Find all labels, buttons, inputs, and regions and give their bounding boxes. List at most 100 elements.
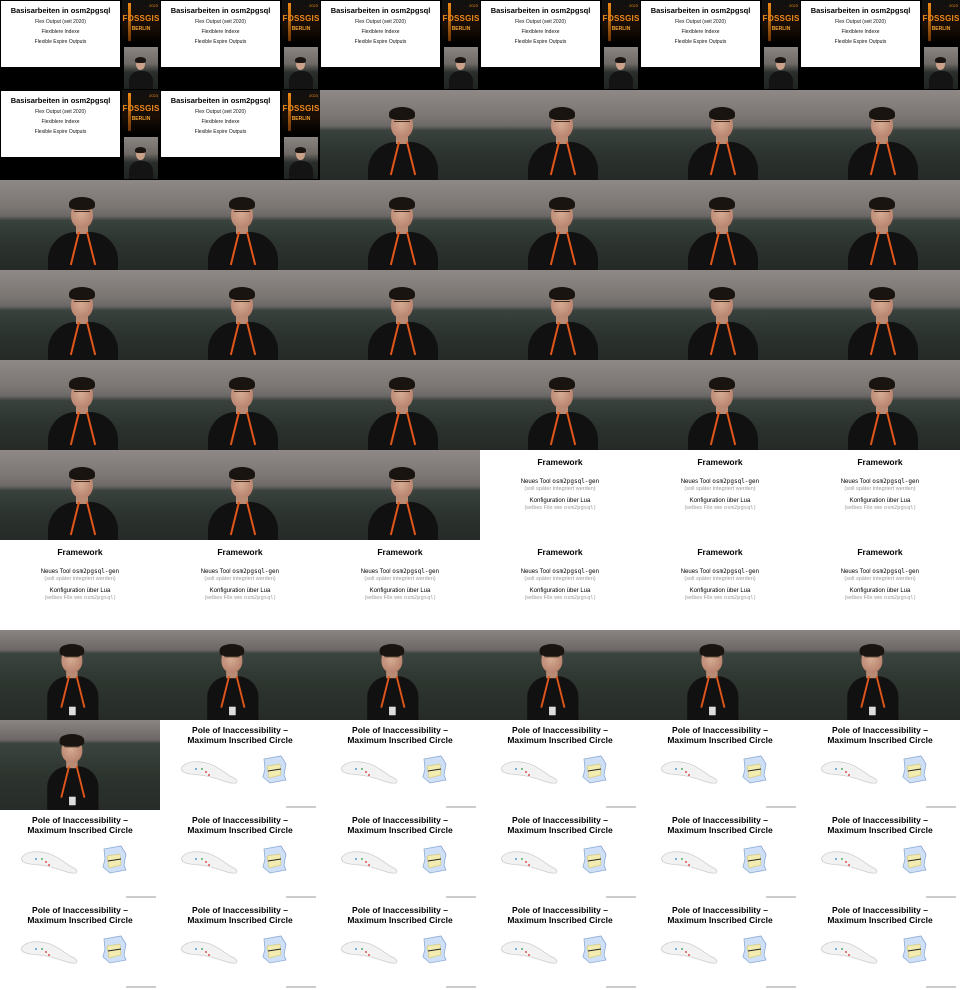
pole-point <box>201 858 203 860</box>
speaker-body <box>48 232 118 270</box>
subline-code: osm2pgsql <box>723 595 754 601</box>
slide-pole-tile: Pole of Inaccessibility – Maximum Inscri… <box>320 810 480 900</box>
slide-title: Framework <box>697 547 743 557</box>
logo-name: FOSSGIS <box>122 104 160 113</box>
speaker-closeup-frame <box>640 180 800 270</box>
pole-point <box>195 858 197 860</box>
speaker-closeup-frame <box>160 450 320 540</box>
speaker-body <box>688 232 758 270</box>
pole-illustration <box>501 845 607 874</box>
speaker-figure <box>800 180 960 270</box>
slide-pole-tile: Pole of Inaccessibility – Maximum Inscri… <box>160 900 320 990</box>
pole-illustration <box>181 845 287 874</box>
speaker-figure <box>480 360 640 450</box>
slide-subline: (soll später integriert werden) <box>684 576 756 582</box>
lake-polygon <box>661 851 718 874</box>
glasses-icon <box>874 121 890 126</box>
fossgis-logo: 2023 FOSSGIS BERLIN <box>282 90 320 134</box>
pole-point <box>208 954 210 956</box>
speaker-inset-video <box>284 137 318 179</box>
speaker-figure <box>480 635 626 720</box>
slide-subline: (selbes File wie osm2pgsql) <box>800 595 960 601</box>
slide-line: Flexiblere Indexe <box>681 29 720 35</box>
speaker-figure <box>160 450 320 540</box>
glasses-icon <box>74 391 90 396</box>
slide-line-tool: Neues Tool osm2pgsql-gen <box>480 568 640 575</box>
logo-city: BERLIN <box>131 26 151 32</box>
speaker-body <box>609 71 633 89</box>
speaker-wide-frame <box>160 630 320 720</box>
speaker-body <box>208 322 278 360</box>
speaker-closeup-frame <box>0 450 160 540</box>
speaker-figure <box>0 725 146 810</box>
glasses-icon <box>714 301 730 306</box>
pole-point <box>688 954 690 956</box>
fossgis-logo: 2023 FOSSGIS BERLIN <box>122 0 160 44</box>
speaker-hair <box>709 287 735 300</box>
slide-panel: Basisarbeiten in osm2pgsql Flex Output (… <box>481 1 600 67</box>
logo-city: BERLIN <box>771 26 791 32</box>
speaker-hair <box>549 287 575 300</box>
speaker-closeup-frame <box>640 90 800 180</box>
pole-point <box>685 771 687 773</box>
speaker-hair <box>229 287 255 300</box>
slide-line: Flexible Expire Outputs <box>674 39 727 45</box>
slide-line-config: Konfiguration über Lua <box>529 498 591 504</box>
pole-illustration <box>501 935 607 964</box>
slide-framework-tile: Framework Neues Tool osm2pgsql-gen (soll… <box>320 540 480 630</box>
speaker-closeup-frame <box>320 450 480 540</box>
slide-title: Framework <box>537 547 583 557</box>
speaker-figure <box>320 450 480 540</box>
slide-title: Framework <box>537 457 583 467</box>
slide-subline: (soll später integriert werden) <box>684 486 756 492</box>
speaker-hair <box>709 377 735 390</box>
glasses-icon <box>64 746 80 751</box>
name-badge <box>549 706 556 716</box>
slide-line: Flex Output (seit 2020) <box>35 109 86 115</box>
speaker-figure <box>160 635 306 720</box>
slide-line: Flexible Expire Outputs <box>834 39 887 45</box>
slide-title: Framework <box>697 457 743 467</box>
speaker-inset-video <box>124 137 158 179</box>
side-strip: 2023 FOSSGIS BERLIN <box>442 0 480 90</box>
pole-point <box>201 948 203 950</box>
slide-line-tool: Neues Tool osm2pgsql-gen <box>160 568 320 575</box>
speaker-figure <box>800 270 960 360</box>
speaker-figure <box>640 180 800 270</box>
speaker-figure <box>640 635 786 720</box>
pole-point <box>681 858 683 860</box>
glasses-icon <box>394 301 410 306</box>
slide-line: Flexible Expire Outputs <box>34 39 87 45</box>
speaker-figure <box>320 180 480 270</box>
speaker-body <box>449 71 473 89</box>
glasses-icon <box>554 301 570 306</box>
glasses-icon <box>874 211 890 216</box>
slide-line: Flexible Expire Outputs <box>194 129 247 135</box>
speaker-body <box>289 71 313 89</box>
tool-code: osm2pgsql-gen <box>552 478 600 485</box>
tool-code: osm2pgsql-gen <box>72 568 120 575</box>
pole-illustration <box>21 845 127 874</box>
speaker-body <box>289 161 313 179</box>
pole-point <box>48 954 50 956</box>
speaker-hair <box>709 107 735 120</box>
speaker-hair <box>615 57 626 63</box>
pole-point <box>35 858 37 860</box>
logo-name: FOSSGIS <box>762 14 800 23</box>
lake-polygon <box>21 851 78 874</box>
pole-point <box>688 774 690 776</box>
pole-point <box>361 948 363 950</box>
fossgis-logo: 2023 FOSSGIS BERLIN <box>122 90 160 134</box>
pole-point <box>45 861 47 863</box>
logo-name: FOSSGIS <box>602 14 640 23</box>
pole-point <box>365 861 367 863</box>
speaker-hair <box>539 644 565 657</box>
slide-pole-tile: Pole of Inaccessibility – Maximum Inscri… <box>640 810 800 900</box>
glasses-icon <box>234 391 250 396</box>
glasses-icon <box>234 211 250 216</box>
speaker-hair <box>59 644 85 657</box>
speaker-closeup-frame <box>160 180 320 270</box>
subline-suffix: ) <box>913 505 916 511</box>
subline-prefix: (selbes File wie <box>524 595 564 601</box>
speaker-body <box>848 322 918 360</box>
